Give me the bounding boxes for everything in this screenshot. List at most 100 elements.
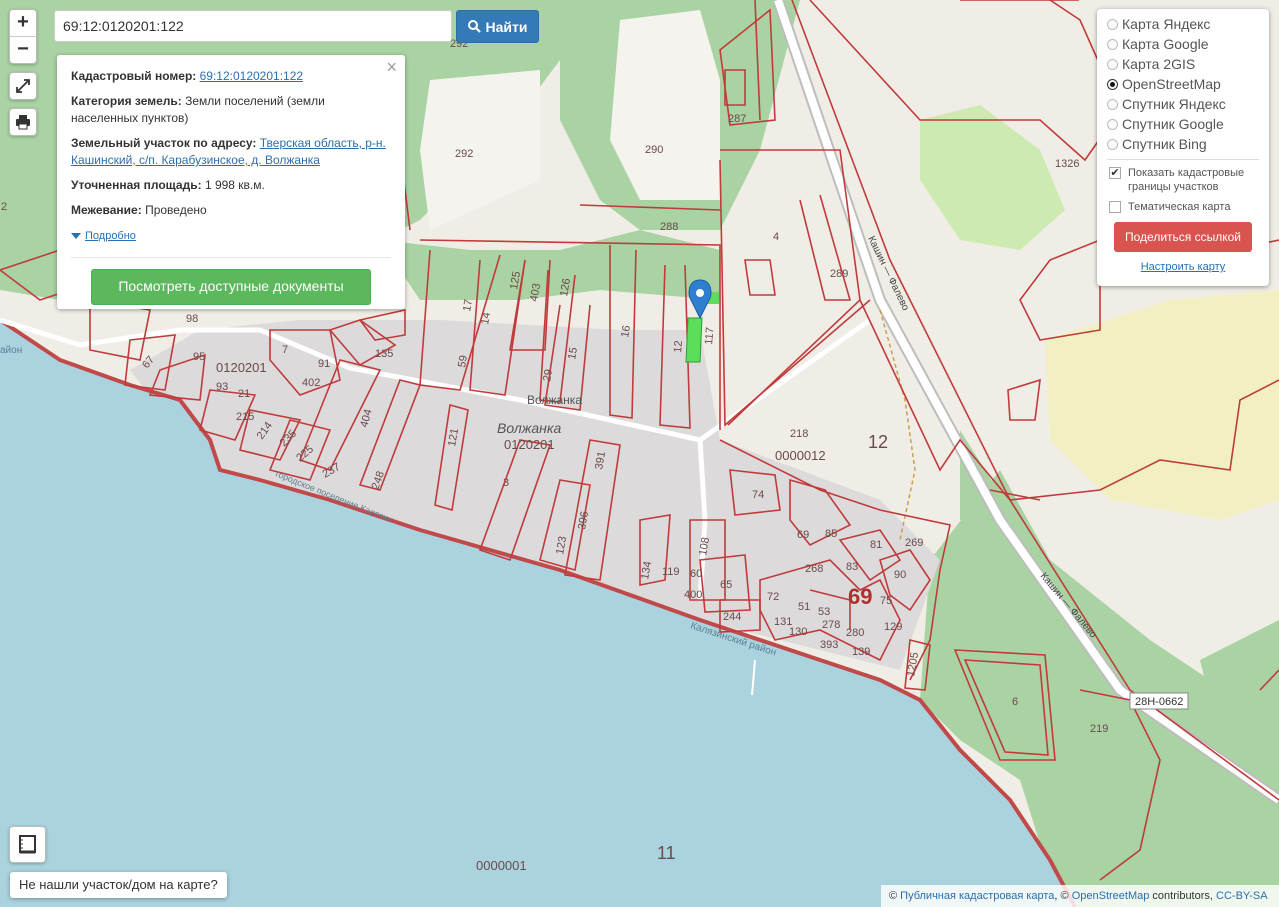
svg-text:51: 51 xyxy=(798,601,810,613)
share-link-button[interactable]: Поделиться ссылкой xyxy=(1114,222,1252,252)
search-button[interactable]: Найти xyxy=(456,10,539,43)
svg-text:0120201: 0120201 xyxy=(216,360,267,375)
search-input[interactable] xyxy=(54,10,452,42)
svg-text:74: 74 xyxy=(752,489,764,501)
radio-icon[interactable] xyxy=(1107,58,1118,70)
show-borders-checkbox[interactable]: ✔ Показать кадастровые границы участков xyxy=(1107,166,1259,194)
checkbox-checked-icon[interactable]: ✔ xyxy=(1109,167,1121,179)
cad-number-link[interactable]: 69:12:0120201:122 xyxy=(200,69,303,83)
svg-text:Волжанка: Волжанка xyxy=(527,393,582,407)
cadastral-map-link[interactable]: Публичная кадастровая карта xyxy=(900,890,1054,902)
survey-label: Межевание: xyxy=(71,203,142,217)
area-value: 1 998 кв.м. xyxy=(204,178,265,192)
show-borders-label: Показать кадастровые границы участков xyxy=(1128,167,1245,193)
selected-parcel[interactable] xyxy=(685,317,703,363)
radio-icon[interactable] xyxy=(1107,118,1118,130)
svg-text:7: 7 xyxy=(282,344,288,356)
not-found-button[interactable]: Не нашли участок/дом на карте? xyxy=(10,872,227,898)
osm-link[interactable]: OpenStreetMap xyxy=(1072,890,1150,902)
radio-icon[interactable] xyxy=(1107,138,1118,150)
radio-icon[interactable] xyxy=(1107,98,1118,110)
svg-text:215: 215 xyxy=(236,411,254,423)
layer-option-label: Карта 2GIS xyxy=(1122,56,1196,72)
layer-option[interactable]: Спутник Google xyxy=(1107,114,1259,134)
attribution: © Публичная кадастровая карта, © OpenStr… xyxy=(881,885,1279,907)
svg-text:0120201: 0120201 xyxy=(504,437,555,452)
print-button[interactable] xyxy=(9,108,37,136)
triangle-down-icon xyxy=(71,232,81,239)
layer-option[interactable]: Спутник Яндекс xyxy=(1107,94,1259,114)
svg-text:75: 75 xyxy=(880,595,892,607)
svg-text:90: 90 xyxy=(894,569,906,581)
layer-option-label: Спутник Яндекс xyxy=(1122,96,1226,112)
svg-text:69: 69 xyxy=(848,584,872,609)
svg-text:393: 393 xyxy=(820,639,838,651)
svg-text:139: 139 xyxy=(852,646,870,658)
address-label: Земельный участок по адресу: xyxy=(71,136,257,150)
layer-list: Карта Яндекс Карта Google Карта 2GIS OpenSt… xyxy=(1107,14,1259,154)
svg-text:65: 65 xyxy=(720,579,732,591)
expand-icon xyxy=(16,79,30,93)
svg-text:айон: айон xyxy=(0,345,22,356)
layer-option-label: Спутник Google xyxy=(1122,116,1224,132)
svg-text:4: 4 xyxy=(773,231,779,243)
radio-selected-icon[interactable] xyxy=(1107,78,1118,90)
layer-switcher: Карта Яндекс Карта Google Карта 2GIS OpenSt… xyxy=(1097,9,1269,286)
survey-value: Проведено xyxy=(145,203,207,217)
svg-text:135: 135 xyxy=(375,348,393,360)
view-documents-button[interactable]: Посмотреть доступные документы xyxy=(91,269,371,305)
contributors-text: contributors, xyxy=(1152,890,1213,902)
svg-text:1326: 1326 xyxy=(1055,158,1079,170)
zoom-out-button[interactable]: − xyxy=(10,36,36,63)
ruler-button[interactable] xyxy=(9,826,46,863)
svg-text:91: 91 xyxy=(318,358,330,370)
svg-text:12: 12 xyxy=(672,340,685,353)
zoom-control: + − xyxy=(9,9,37,64)
copyright-2: , © xyxy=(1054,890,1069,902)
area-label: Уточненная площадь: xyxy=(71,178,202,192)
close-icon[interactable]: × xyxy=(386,58,397,76)
svg-text:93: 93 xyxy=(216,381,228,393)
zoom-in-button[interactable]: + xyxy=(10,10,36,36)
svg-text:11: 11 xyxy=(657,843,676,863)
area-row: Уточненная площадь: 1 998 кв.м. xyxy=(71,177,391,194)
svg-text:0000012: 0000012 xyxy=(775,448,826,463)
configure-map-link[interactable]: Настроить карту xyxy=(1107,261,1259,273)
svg-text:53: 53 xyxy=(818,606,830,618)
svg-text:98: 98 xyxy=(186,313,198,325)
cad-number-label: Кадастровый номер: xyxy=(71,69,197,83)
fullscreen-button[interactable] xyxy=(9,72,37,100)
svg-text:60: 60 xyxy=(690,568,702,580)
svg-text:218: 218 xyxy=(790,428,808,440)
svg-text:3: 3 xyxy=(503,477,509,489)
layer-option[interactable]: Карта 2GIS xyxy=(1107,54,1259,74)
checkbox-unchecked-icon[interactable] xyxy=(1109,201,1121,213)
svg-text:289: 289 xyxy=(830,268,848,280)
layer-option[interactable]: Спутник Bing xyxy=(1107,134,1259,154)
svg-text:59: 59 xyxy=(456,354,470,368)
land-category-row: Категория земель: Земли поселений (земли… xyxy=(71,93,391,127)
svg-text:83: 83 xyxy=(846,561,858,573)
license-link[interactable]: CC-BY-SA xyxy=(1216,890,1268,902)
thematic-map-checkbox[interactable]: Тематическая карта xyxy=(1107,200,1259,214)
svg-text:69: 69 xyxy=(797,529,809,541)
layer-option-label: Спутник Bing xyxy=(1122,136,1207,152)
details-link[interactable]: Подробно xyxy=(85,230,136,242)
radio-icon[interactable] xyxy=(1107,18,1118,30)
svg-text:0000001: 0000001 xyxy=(476,858,527,873)
svg-text:119: 119 xyxy=(662,566,680,578)
svg-text:219: 219 xyxy=(1090,723,1108,735)
radio-icon[interactable] xyxy=(1107,38,1118,50)
printer-icon xyxy=(16,115,30,130)
layer-option[interactable]: Карта Яндекс xyxy=(1107,14,1259,34)
svg-text:28Н-0662: 28Н-0662 xyxy=(1135,696,1183,708)
details-toggle[interactable]: Подробно xyxy=(71,227,391,245)
svg-text:130: 130 xyxy=(789,626,807,638)
svg-text:268: 268 xyxy=(805,563,823,575)
layer-option[interactable]: OpenStreetMap xyxy=(1107,74,1259,94)
svg-text:269: 269 xyxy=(905,537,923,549)
layer-option[interactable]: Карта Google xyxy=(1107,34,1259,54)
svg-text:288: 288 xyxy=(660,221,678,233)
land-category-label: Категория земель: xyxy=(71,94,182,108)
svg-text:81: 81 xyxy=(870,539,882,551)
